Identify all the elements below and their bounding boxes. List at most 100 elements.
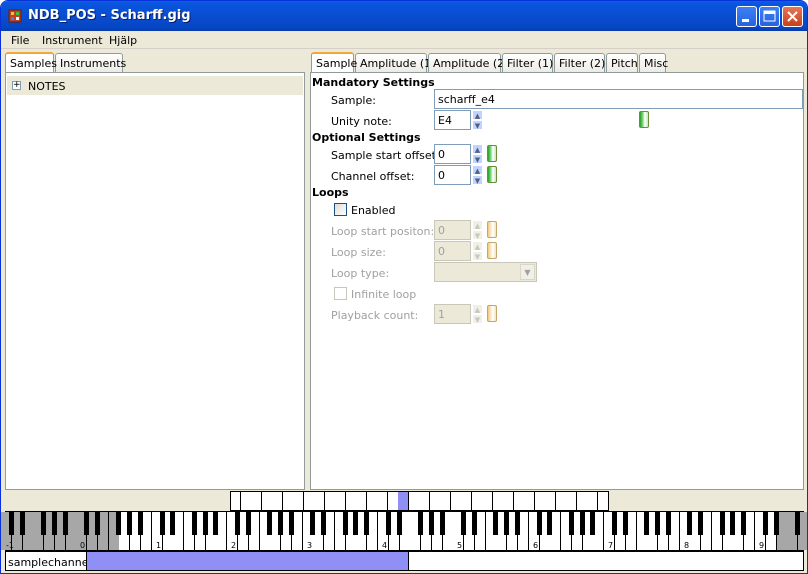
expand-icon[interactable]: +	[12, 81, 21, 90]
tab-pitch[interactable]: Pitch	[606, 53, 638, 72]
piano-black-key[interactable]	[353, 512, 358, 535]
piano-black-key[interactable]	[698, 512, 703, 535]
piano-black-key[interactable]	[515, 512, 520, 535]
piano-black-key[interactable]	[655, 512, 660, 535]
key-region-cell[interactable]	[356, 491, 367, 511]
piano-black-key[interactable]	[418, 512, 423, 535]
piano-black-key[interactable]	[63, 512, 68, 535]
piano-black-key[interactable]	[310, 512, 315, 535]
infinite-loop-checkbox[interactable]	[334, 287, 347, 300]
piano-black-key[interactable]	[623, 512, 628, 535]
channel-offset-field[interactable]: 0	[434, 165, 471, 185]
piano-black-key[interactable]	[138, 512, 143, 535]
key-region-cell[interactable]	[482, 491, 493, 511]
key-region-cell[interactable]	[251, 491, 262, 511]
piano-black-key[interactable]	[9, 512, 14, 535]
key-region-cell[interactable]	[398, 491, 409, 511]
piano-black-key[interactable]	[666, 512, 671, 535]
spin-down-icon[interactable]: ▼	[472, 230, 483, 240]
tab-sample[interactable]: Sample	[311, 52, 357, 72]
piano-black-key[interactable]	[192, 512, 197, 535]
tab-filter-1[interactable]: Filter (1)	[502, 53, 553, 72]
piano-black-key[interactable]	[267, 512, 272, 535]
tab-amplitude-1[interactable]: Amplitude (1)	[355, 53, 435, 72]
piano-black-key[interactable]	[20, 512, 25, 535]
piano-black-key[interactable]	[364, 512, 369, 535]
menu-instrument[interactable]: Instrument	[42, 34, 103, 47]
piano-black-key[interactable]	[52, 512, 57, 535]
tab-amplitude-2[interactable]: Amplitude (2)	[428, 53, 508, 72]
spin-up-icon[interactable]: ▲	[472, 220, 483, 230]
spin-down-icon[interactable]: ▼	[472, 154, 483, 164]
slider-thumb[interactable]	[639, 111, 649, 128]
playback-count-field[interactable]: 1	[434, 304, 471, 324]
loop-size-spinner[interactable]: ▲ ▼	[472, 241, 483, 261]
piano-black-key[interactable]	[84, 512, 89, 535]
key-region-cell[interactable]	[461, 491, 472, 511]
piano-black-key[interactable]	[774, 512, 779, 535]
loop-type-select[interactable]: ▼	[434, 262, 537, 282]
piano-black-key[interactable]	[235, 512, 240, 535]
piano-black-key[interactable]	[569, 512, 574, 535]
key-region-cell[interactable]	[440, 491, 451, 511]
unity-note-slider[interactable]	[487, 110, 801, 130]
channel-offset-spinner[interactable]: ▲ ▼	[472, 165, 483, 185]
loop-start-spinner[interactable]: ▲ ▼	[472, 220, 483, 240]
piano-keyboard[interactable]: -1 0 1 2 3 4 5 6 7 8 9	[1, 511, 807, 551]
piano-black-key[interactable]	[795, 512, 800, 535]
slider-thumb[interactable]	[487, 221, 497, 238]
piano-black-key[interactable]	[547, 512, 552, 535]
loop-enabled-checkbox[interactable]	[334, 203, 347, 216]
sample-name-field[interactable]: scharff_e4	[434, 89, 803, 109]
close-button[interactable]	[782, 6, 803, 27]
loop-size-field[interactable]: 0	[434, 241, 471, 261]
unity-note-spinner[interactable]: ▲ ▼	[472, 110, 483, 130]
key-region-cell[interactable]	[272, 491, 283, 511]
spin-up-icon[interactable]: ▲	[472, 241, 483, 251]
spin-up-icon[interactable]: ▲	[472, 110, 483, 120]
key-region-cell[interactable]	[524, 491, 535, 511]
slider-thumb[interactable]	[487, 305, 497, 322]
key-region-cell[interactable]	[598, 491, 609, 511]
tab-misc[interactable]: Misc	[639, 53, 668, 72]
start-offset-field[interactable]: 0	[434, 144, 471, 164]
piano-black-key[interactable]	[590, 512, 595, 535]
piano-black-key[interactable]	[493, 512, 498, 535]
spin-up-icon[interactable]: ▲	[472, 165, 483, 175]
piano-black-key[interactable]	[472, 512, 477, 535]
loop-start-field[interactable]: 0	[434, 220, 471, 240]
tab-filter-2[interactable]: Filter (2)	[554, 53, 605, 72]
key-region-cell[interactable]	[335, 491, 346, 511]
piano-black-key[interactable]	[116, 512, 121, 535]
key-region-cell[interactable]	[377, 491, 388, 511]
piano-black-key[interactable]	[537, 512, 542, 535]
key-region-cell[interactable]	[566, 491, 577, 511]
piano-black-key[interactable]	[644, 512, 649, 535]
playback-count-slider[interactable]	[487, 304, 801, 324]
piano-black-key[interactable]	[763, 512, 768, 535]
piano-black-key[interactable]	[203, 512, 208, 535]
tab-samples[interactable]: Samples	[5, 52, 57, 72]
piano-black-key[interactable]	[343, 512, 348, 535]
tab-instruments[interactable]: Instruments	[55, 53, 126, 72]
piano-black-key[interactable]	[41, 512, 46, 535]
piano-black-key[interactable]	[687, 512, 692, 535]
playback-count-spinner[interactable]: ▲ ▼	[472, 304, 483, 324]
key-region-cell[interactable]	[587, 491, 598, 511]
spin-up-icon[interactable]: ▲	[472, 304, 483, 314]
piano-black-key[interactable]	[612, 512, 617, 535]
key-region-cell[interactable]	[503, 491, 514, 511]
tree-item-notes[interactable]: + NOTES	[7, 76, 303, 95]
piano-black-key[interactable]	[321, 512, 326, 535]
menu-help[interactable]: Hjälp	[109, 34, 137, 47]
piano-black-key[interactable]	[429, 512, 434, 535]
piano-black-key[interactable]	[386, 512, 391, 535]
menu-file[interactable]: File	[11, 34, 29, 47]
piano-black-key[interactable]	[504, 512, 509, 535]
key-region-cell[interactable]	[314, 491, 325, 511]
slider-thumb[interactable]	[487, 166, 497, 183]
minimize-button[interactable]	[736, 6, 757, 27]
spin-down-icon[interactable]: ▼	[472, 314, 483, 324]
slider-thumb[interactable]	[487, 145, 497, 162]
piano-black-key[interactable]	[741, 512, 746, 535]
